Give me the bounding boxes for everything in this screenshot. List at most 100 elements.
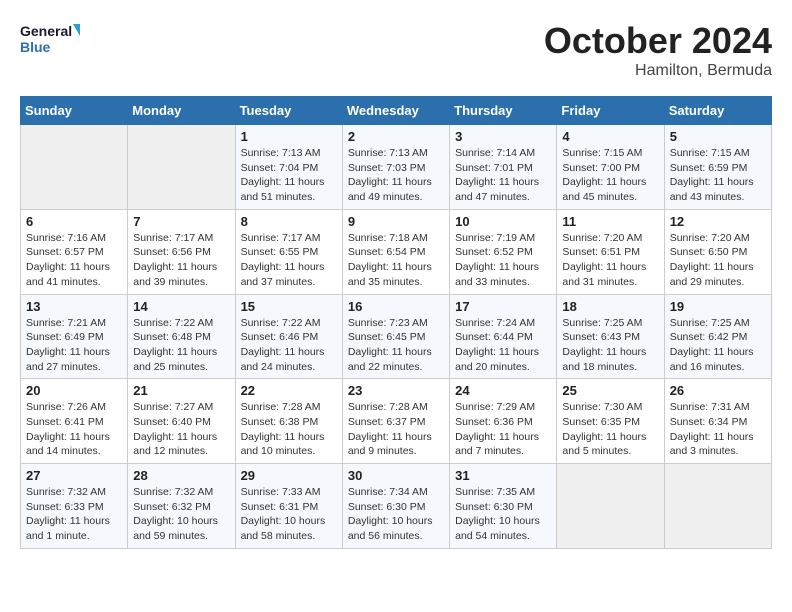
day-number: 16	[348, 299, 444, 314]
day-info: Sunrise: 7:25 AMSunset: 6:43 PMDaylight:…	[562, 316, 658, 375]
day-cell: 25 Sunrise: 7:30 AMSunset: 6:35 PMDayligh…	[557, 379, 664, 464]
day-cell: 24 Sunrise: 7:29 AMSunset: 6:36 PMDayligh…	[450, 379, 557, 464]
col-header-wednesday: Wednesday	[342, 97, 449, 125]
day-info: Sunrise: 7:17 AMSunset: 6:55 PMDaylight:…	[241, 231, 337, 290]
day-cell: 31Sunrise: 7:35 AMSunset: 6:30 PMDayligh…	[450, 464, 557, 549]
day-info: Sunrise: 7:28 AMSunset: 6:37 PMDaylight:…	[348, 400, 444, 459]
day-cell: 17Sunrise: 7:24 AMSunset: 6:44 PMDayligh…	[450, 294, 557, 379]
day-cell: 4 Sunrise: 7:15 AMSunset: 7:00 PMDaylight…	[557, 125, 664, 210]
day-cell: 6 Sunrise: 7:16 AMSunset: 6:57 PMDaylight…	[21, 209, 128, 294]
location-subtitle: Hamilton, Bermuda	[544, 62, 772, 80]
day-number: 13	[26, 299, 122, 314]
day-cell: 3 Sunrise: 7:14 AMSunset: 7:01 PMDaylight…	[450, 125, 557, 210]
day-number: 20	[26, 383, 122, 398]
day-cell: 11 Sunrise: 7:20 AMSunset: 6:51 PMDayligh…	[557, 209, 664, 294]
day-number: 1	[241, 129, 337, 144]
day-number: 2	[348, 129, 444, 144]
day-number: 7	[133, 214, 229, 229]
week-row-2: 6 Sunrise: 7:16 AMSunset: 6:57 PMDaylight…	[21, 209, 772, 294]
day-info: Sunrise: 7:20 AMSunset: 6:50 PMDaylight:…	[670, 231, 766, 290]
day-info: Sunrise: 7:15 AMSunset: 6:59 PMDaylight:…	[670, 146, 766, 205]
col-header-sunday: Sunday	[21, 97, 128, 125]
day-info: Sunrise: 7:23 AMSunset: 6:45 PMDaylight:…	[348, 316, 444, 375]
day-info: Sunrise: 7:30 AMSunset: 6:35 PMDaylight:…	[562, 400, 658, 459]
day-number: 12	[670, 214, 766, 229]
day-info: Sunrise: 7:26 AMSunset: 6:41 PMDaylight:…	[26, 400, 122, 459]
day-cell: 14Sunrise: 7:22 AMSunset: 6:48 PMDayligh…	[128, 294, 235, 379]
day-number: 11	[562, 214, 658, 229]
day-number: 24	[455, 383, 551, 398]
day-cell: 5 Sunrise: 7:15 AMSunset: 6:59 PMDaylight…	[664, 125, 771, 210]
day-number: 18	[562, 299, 658, 314]
day-cell: 28 Sunrise: 7:32 AMSunset: 6:32 PMDayligh…	[128, 464, 235, 549]
logo-svg: General Blue	[20, 20, 80, 58]
week-row-1: 1 Sunrise: 7:13 AMSunset: 7:04 PMDaylight…	[21, 125, 772, 210]
day-number: 15	[241, 299, 337, 314]
day-cell: 16 Sunrise: 7:23 AMSunset: 6:45 PMDayligh…	[342, 294, 449, 379]
day-info: Sunrise: 7:19 AMSunset: 6:52 PMDaylight:…	[455, 231, 551, 290]
logo: General Blue	[20, 20, 80, 58]
day-info: Sunrise: 7:18 AMSunset: 6:54 PMDaylight:…	[348, 231, 444, 290]
day-cell	[664, 464, 771, 549]
day-number: 27	[26, 468, 122, 483]
day-info: Sunrise: 7:14 AMSunset: 7:01 PMDaylight:…	[455, 146, 551, 205]
day-cell: 21 Sunrise: 7:27 AMSunset: 6:40 PMDayligh…	[128, 379, 235, 464]
day-number: 10	[455, 214, 551, 229]
day-cell: 26Sunrise: 7:31 AMSunset: 6:34 PMDayligh…	[664, 379, 771, 464]
day-info: Sunrise: 7:13 AMSunset: 7:04 PMDaylight:…	[241, 146, 337, 205]
day-info: Sunrise: 7:32 AMSunset: 6:32 PMDaylight:…	[133, 485, 229, 544]
day-number: 30	[348, 468, 444, 483]
day-cell: 7 Sunrise: 7:17 AMSunset: 6:56 PMDaylight…	[128, 209, 235, 294]
day-number: 19	[670, 299, 766, 314]
day-info: Sunrise: 7:15 AMSunset: 7:00 PMDaylight:…	[562, 146, 658, 205]
day-info: Sunrise: 7:33 AMSunset: 6:31 PMDaylight:…	[241, 485, 337, 544]
col-header-friday: Friday	[557, 97, 664, 125]
day-cell: 15 Sunrise: 7:22 AMSunset: 6:46 PMDayligh…	[235, 294, 342, 379]
day-cell: 2Sunrise: 7:13 AMSunset: 7:03 PMDaylight…	[342, 125, 449, 210]
month-title: October 2024	[544, 20, 772, 62]
day-cell: 8Sunrise: 7:17 AMSunset: 6:55 PMDaylight…	[235, 209, 342, 294]
day-cell: 1 Sunrise: 7:13 AMSunset: 7:04 PMDaylight…	[235, 125, 342, 210]
week-row-5: 27 Sunrise: 7:32 AMSunset: 6:33 PMDayligh…	[21, 464, 772, 549]
day-info: Sunrise: 7:25 AMSunset: 6:42 PMDaylight:…	[670, 316, 766, 375]
day-number: 28	[133, 468, 229, 483]
day-info: Sunrise: 7:17 AMSunset: 6:56 PMDaylight:…	[133, 231, 229, 290]
week-row-3: 13 Sunrise: 7:21 AMSunset: 6:49 PMDayligh…	[21, 294, 772, 379]
day-cell: 19 Sunrise: 7:25 AMSunset: 6:42 PMDayligh…	[664, 294, 771, 379]
day-cell	[21, 125, 128, 210]
day-cell	[557, 464, 664, 549]
day-cell: 23 Sunrise: 7:28 AMSunset: 6:37 PMDayligh…	[342, 379, 449, 464]
col-header-thursday: Thursday	[450, 97, 557, 125]
column-header-row: SundayMondayTuesdayWednesdayThursdayFrid…	[21, 97, 772, 125]
day-number: 22	[241, 383, 337, 398]
day-number: 3	[455, 129, 551, 144]
title-block: October 2024 Hamilton, Bermuda	[544, 20, 772, 80]
day-cell: 10 Sunrise: 7:19 AMSunset: 6:52 PMDayligh…	[450, 209, 557, 294]
calendar-table: SundayMondayTuesdayWednesdayThursdayFrid…	[20, 96, 772, 549]
day-info: Sunrise: 7:20 AMSunset: 6:51 PMDaylight:…	[562, 231, 658, 290]
day-number: 21	[133, 383, 229, 398]
day-cell: 18 Sunrise: 7:25 AMSunset: 6:43 PMDayligh…	[557, 294, 664, 379]
day-cell: 9Sunrise: 7:18 AMSunset: 6:54 PMDaylight…	[342, 209, 449, 294]
day-info: Sunrise: 7:16 AMSunset: 6:57 PMDaylight:…	[26, 231, 122, 290]
day-info: Sunrise: 7:21 AMSunset: 6:49 PMDaylight:…	[26, 316, 122, 375]
day-info: Sunrise: 7:34 AMSunset: 6:30 PMDaylight:…	[348, 485, 444, 544]
day-number: 23	[348, 383, 444, 398]
col-header-saturday: Saturday	[664, 97, 771, 125]
day-info: Sunrise: 7:35 AMSunset: 6:30 PMDaylight:…	[455, 485, 551, 544]
day-number: 25	[562, 383, 658, 398]
day-number: 4	[562, 129, 658, 144]
day-info: Sunrise: 7:29 AMSunset: 6:36 PMDaylight:…	[455, 400, 551, 459]
day-cell: 13 Sunrise: 7:21 AMSunset: 6:49 PMDayligh…	[21, 294, 128, 379]
day-number: 14	[133, 299, 229, 314]
day-number: 5	[670, 129, 766, 144]
svg-text:Blue: Blue	[20, 39, 51, 55]
col-header-monday: Monday	[128, 97, 235, 125]
day-info: Sunrise: 7:32 AMSunset: 6:33 PMDaylight:…	[26, 485, 122, 544]
day-number: 26	[670, 383, 766, 398]
day-cell: 29Sunrise: 7:33 AMSunset: 6:31 PMDayligh…	[235, 464, 342, 549]
day-info: Sunrise: 7:22 AMSunset: 6:46 PMDaylight:…	[241, 316, 337, 375]
day-info: Sunrise: 7:28 AMSunset: 6:38 PMDaylight:…	[241, 400, 337, 459]
day-number: 6	[26, 214, 122, 229]
day-info: Sunrise: 7:27 AMSunset: 6:40 PMDaylight:…	[133, 400, 229, 459]
